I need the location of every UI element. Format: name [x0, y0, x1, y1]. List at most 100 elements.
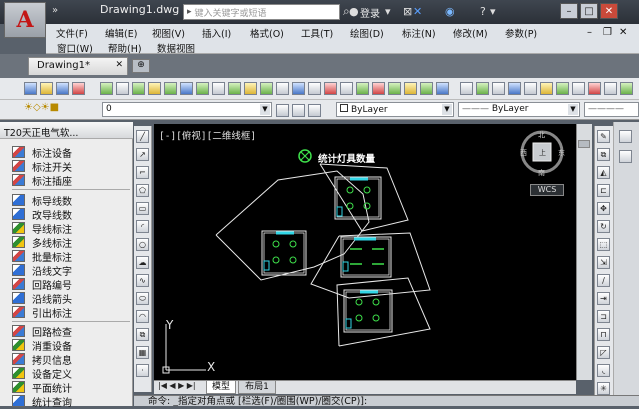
palette-item[interactable]: 回路编号	[12, 277, 72, 292]
tab-nav-arrows[interactable]: |◀ ◀ ▶ ▶|	[158, 381, 196, 390]
doc-minimize-button[interactable]: –	[587, 27, 592, 38]
vertical-scrollbar[interactable]	[576, 124, 592, 380]
lineweight-select[interactable]: ————	[584, 102, 639, 117]
doc-restore-button[interactable]: ❐	[603, 27, 612, 38]
revcloud-icon[interactable]: ☁	[136, 256, 149, 269]
quick-access-expand[interactable]: »	[52, 5, 58, 16]
explode-icon[interactable]: ✳	[597, 382, 610, 395]
trim-icon[interactable]: ∕	[597, 274, 610, 287]
move-icon[interactable]: ✥	[597, 202, 610, 215]
save-icon[interactable]	[56, 82, 69, 95]
palette-item[interactable]: 标注设备	[12, 145, 72, 160]
tool-icon-29[interactable]	[556, 82, 569, 95]
tool-icon-14[interactable]	[308, 82, 321, 95]
maximize-button[interactable]: □	[580, 3, 598, 19]
ellipse-arc-icon[interactable]: ◠	[136, 310, 149, 323]
tool-icon-1[interactable]	[100, 82, 113, 95]
tool-icon-13[interactable]	[292, 82, 305, 95]
login-dropdown-icon[interactable]: ▾	[385, 5, 391, 18]
menu-file[interactable]: 文件(F)	[56, 26, 88, 40]
menu-draw[interactable]: 绘图(D)	[350, 26, 384, 40]
layer-tool-icon-1[interactable]	[276, 104, 289, 117]
menu-window[interactable]: 窗口(W)	[57, 41, 93, 55]
palette-item[interactable]: 消重设备	[12, 338, 72, 353]
spline-icon[interactable]: ∿	[136, 274, 149, 287]
arc-icon[interactable]: ◜	[136, 220, 149, 233]
menu-insert[interactable]: 插入(I)	[202, 26, 231, 40]
construction-line-icon[interactable]: ↗	[136, 148, 149, 161]
tool-icon-23[interactable]	[460, 82, 473, 95]
extend-icon[interactable]: ⇥	[597, 292, 610, 305]
tool-icon-33[interactable]	[620, 82, 633, 95]
tool-icon-11[interactable]	[260, 82, 273, 95]
dock-tool-icon-1[interactable]	[619, 130, 632, 143]
tool-icon-25[interactable]	[492, 82, 505, 95]
menu-dimension[interactable]: 标注(N)	[402, 26, 436, 40]
palette-item[interactable]: 标注插座	[12, 173, 72, 188]
tool-icon-8[interactable]	[212, 82, 225, 95]
command-line[interactable]: 命令: _指定对角点或 [栏选(F)/圈围(WP)/圈交(CP)]:	[134, 395, 639, 406]
palette-item[interactable]: 沿线文字	[12, 263, 72, 278]
open-file-icon[interactable]	[40, 82, 53, 95]
palette-item[interactable]: 平面统计	[12, 380, 72, 395]
menu-modify[interactable]: 修改(M)	[453, 26, 488, 40]
chamfer-icon[interactable]: ◸	[597, 346, 610, 359]
menu-view[interactable]: 视图(V)	[152, 26, 185, 40]
make-block-icon[interactable]: ▦	[136, 346, 149, 359]
tab-close-icon[interactable]: ✕	[115, 60, 123, 70]
mirror-icon[interactable]: ◭	[597, 166, 610, 179]
tool-icon-22[interactable]	[436, 82, 449, 95]
rectangle-icon[interactable]: ▭	[136, 202, 149, 215]
tool-icon-10[interactable]	[244, 82, 257, 95]
menu-help[interactable]: 帮助(H)	[108, 41, 142, 55]
menu-tools[interactable]: 工具(T)	[301, 26, 333, 40]
menu-parameters[interactable]: 参数(P)	[505, 26, 537, 40]
layer-tool-icon-3[interactable]	[308, 104, 321, 117]
file-tab-drawing1[interactable]: Drawing1* ✕	[28, 57, 128, 75]
palette-item[interactable]: 批量标注	[12, 249, 72, 264]
tool-icon-15[interactable]	[324, 82, 337, 95]
tool-icon-6[interactable]	[180, 82, 193, 95]
login-button[interactable]: 登录	[360, 5, 380, 20]
circle-icon[interactable]: ○	[136, 238, 149, 251]
erase-icon[interactable]: ✎	[597, 130, 610, 143]
tool-icon-7[interactable]	[196, 82, 209, 95]
viewcube-top-face[interactable]: 上	[539, 148, 546, 158]
help-dropdown-icon[interactable]: ▾	[490, 5, 496, 18]
compass-south[interactable]: 南	[538, 168, 545, 178]
help-icon[interactable]: ?	[480, 5, 486, 18]
fillet-icon[interactable]: ◟	[597, 364, 610, 377]
offset-icon[interactable]: ⊏	[597, 184, 610, 197]
color-select[interactable]: ByLayer ▼	[336, 102, 454, 117]
tool-icon-5[interactable]	[164, 82, 177, 95]
wcs-menu[interactable]: WCS	[530, 184, 564, 196]
join-icon[interactable]: ⊓	[597, 328, 610, 341]
tab-layout1[interactable]: 布局1	[238, 380, 276, 394]
tool-icon-16[interactable]	[340, 82, 353, 95]
tool-icon-4[interactable]	[148, 82, 161, 95]
stretch-icon[interactable]: ⇲	[597, 256, 610, 269]
tool-icon-27[interactable]	[524, 82, 537, 95]
tool-icon-18[interactable]	[372, 82, 385, 95]
compass-north[interactable]: 北	[538, 130, 545, 140]
polyline-icon[interactable]: ⌐	[136, 166, 149, 179]
scale-icon[interactable]: ⬚	[597, 238, 610, 251]
polygon-icon[interactable]: ⬠	[136, 184, 149, 197]
tool-icon-2[interactable]	[116, 82, 129, 95]
palette-item[interactable]: 引出标注	[12, 305, 72, 320]
dock-tool-icon-2[interactable]	[619, 150, 632, 163]
line-icon[interactable]: ╱	[136, 130, 149, 143]
tool-icon-26[interactable]	[508, 82, 521, 95]
insert-block-icon[interactable]: ⧉	[136, 328, 149, 341]
palette-item[interactable]: 导线标注	[12, 221, 72, 236]
compass-east[interactable]: 东	[558, 148, 565, 158]
copy-icon[interactable]: ⧉	[597, 148, 610, 161]
tool-icon-20[interactable]	[404, 82, 417, 95]
tool-icon-21[interactable]	[420, 82, 433, 95]
tool-icon-19[interactable]	[388, 82, 401, 95]
tool-icon-28[interactable]	[540, 82, 553, 95]
stay-connected-icon[interactable]: ◉	[445, 5, 455, 18]
tool-icon-17[interactable]	[356, 82, 369, 95]
palette-item[interactable]: 标导线数	[12, 193, 72, 208]
minimize-button[interactable]: –	[560, 3, 578, 19]
